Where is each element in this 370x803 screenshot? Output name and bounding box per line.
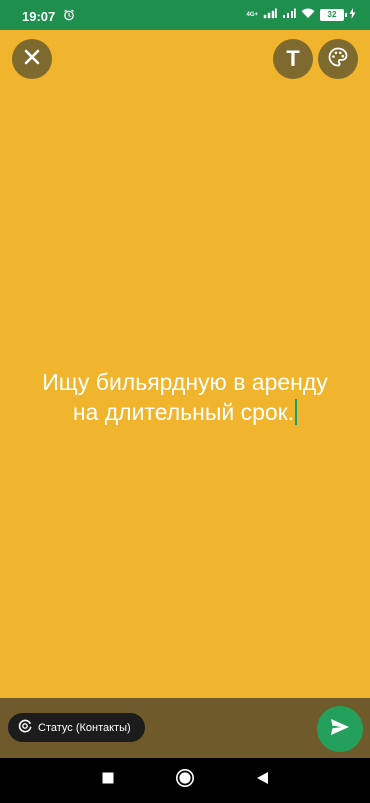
- recents-button[interactable]: [98, 770, 118, 790]
- bottom-bar: Статус (Контакты): [0, 698, 370, 758]
- network-type: 4G+: [246, 12, 258, 18]
- battery-indicator: 32: [320, 9, 347, 21]
- home-button[interactable]: [175, 768, 195, 793]
- text-style-button[interactable]: T: [273, 39, 313, 79]
- status-text-line-with-cursor: на длительный срок.: [20, 397, 350, 427]
- close-icon: [24, 49, 40, 70]
- status-text-line: Ищу бильярдную в аренду: [42, 369, 328, 395]
- back-button[interactable]: [252, 770, 272, 790]
- status-bar: 19:07 4G+ 32: [0, 0, 370, 30]
- status-icon: [18, 719, 32, 736]
- charging-icon: [349, 8, 356, 22]
- status-audience-label: Статус (Контакты): [38, 721, 131, 734]
- close-button[interactable]: [12, 39, 52, 79]
- background-color-button[interactable]: [318, 39, 358, 79]
- send-button[interactable]: [317, 706, 363, 752]
- status-audience-button[interactable]: Статус (Контакты): [8, 713, 145, 742]
- send-icon: [330, 718, 350, 741]
- signal-icon: [282, 8, 296, 22]
- text-cursor: [295, 399, 298, 425]
- status-bar-left: 19:07: [22, 9, 75, 24]
- status-bar-right: 4G+ 32: [246, 8, 356, 22]
- circle-icon: [175, 768, 195, 793]
- text-style-icon: T: [286, 46, 300, 71]
- wifi-icon: [301, 8, 315, 22]
- status-text-editor[interactable]: Ищу бильярдную в аренду на длительный ср…: [20, 367, 350, 427]
- palette-icon: [328, 47, 348, 72]
- system-navigation-bar: [0, 758, 370, 803]
- status-text-line: на длительный срок.: [72, 399, 295, 425]
- clock: 19:07: [22, 9, 56, 24]
- triangle-back-icon: [256, 771, 269, 790]
- signal-icon: [263, 8, 277, 22]
- alarm-icon: [63, 9, 75, 24]
- square-icon: [102, 771, 114, 789]
